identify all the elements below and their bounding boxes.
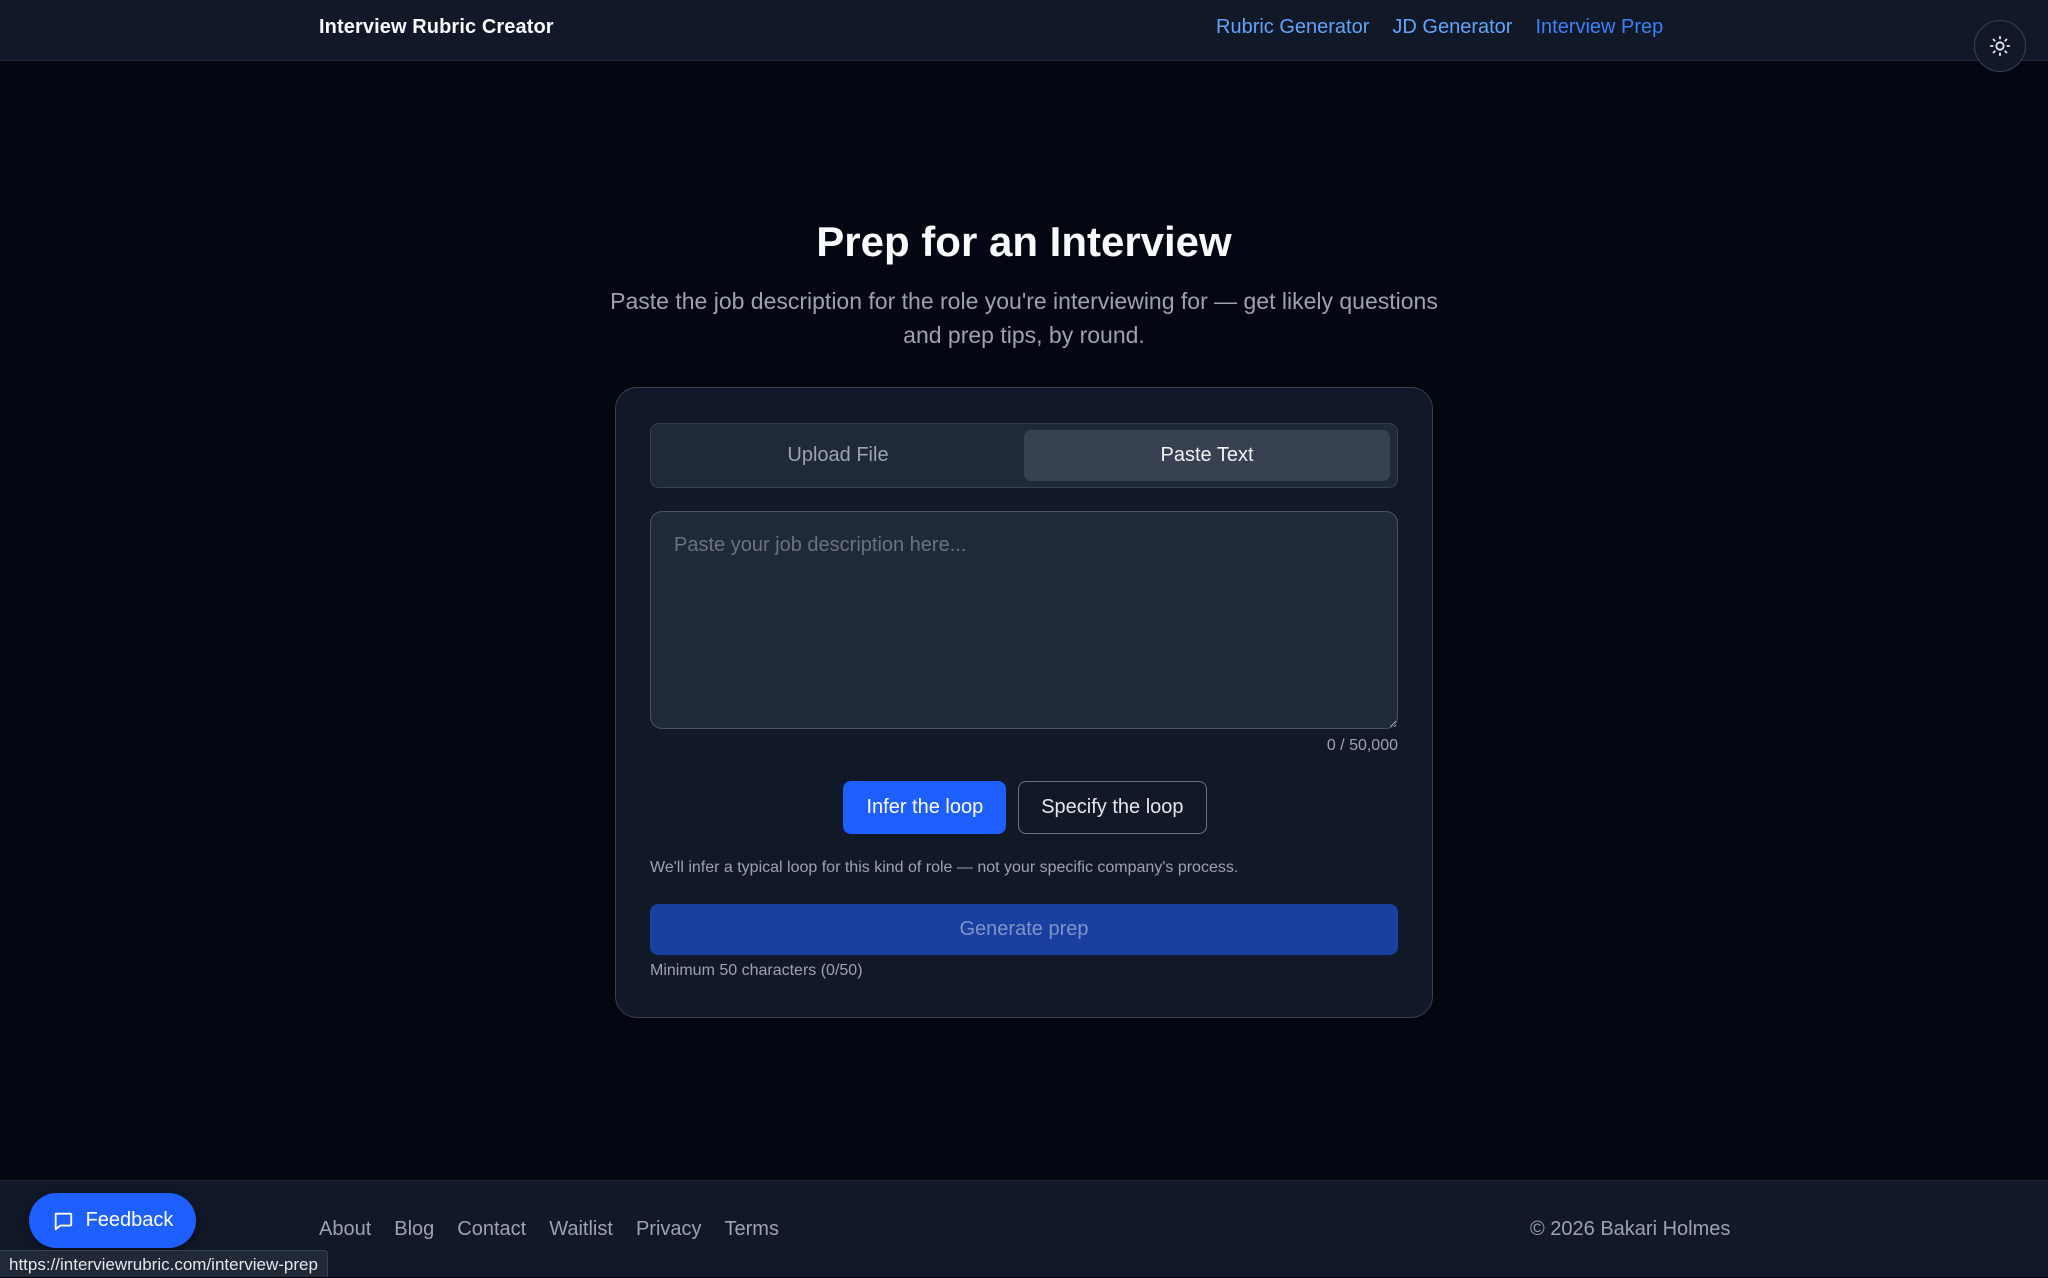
specify-loop-button[interactable]: Specify the loop <box>1018 781 1207 834</box>
footer-link-terms[interactable]: Terms <box>725 1218 779 1241</box>
input-mode-tabs: Upload File Paste Text <box>650 423 1398 488</box>
loop-helper-text: We'll infer a typical loop for this kind… <box>650 859 1239 876</box>
generate-prep-button[interactable]: Generate prep <box>650 904 1398 955</box>
prep-form-card: Upload File Paste Text 0 / 50,000 Infer … <box>615 387 1433 1018</box>
footer-link-waitlist[interactable]: Waitlist <box>549 1218 613 1241</box>
nav-link-interview-prep[interactable]: Interview Prep <box>1535 16 1663 39</box>
loop-mode-toggle: Infer the loop Specify the loop <box>616 781 1434 834</box>
top-nav-bar: Interview Rubric Creator Rubric Generato… <box>0 0 2048 72</box>
nav-link-rubric-generator[interactable]: Rubric Generator <box>1216 16 1369 39</box>
footer-link-contact[interactable]: Contact <box>457 1218 526 1241</box>
feedback-label: Feedback <box>85 1209 174 1231</box>
minimum-characters-note: Minimum 50 characters (0/50) <box>650 962 863 979</box>
link-preview-url: https://interviewrubric.com/interview-pr… <box>0 1250 328 1277</box>
footer-link-privacy[interactable]: Privacy <box>636 1218 702 1241</box>
tab-paste-text[interactable]: Paste Text <box>1024 430 1390 481</box>
job-description-textarea[interactable] <box>650 511 1398 729</box>
message-icon <box>54 1212 72 1230</box>
copyright-text: © 2026 Bakari Holmes <box>1530 1218 1731 1240</box>
main-nav: Rubric Generator JD Generator Interview … <box>1216 16 1663 39</box>
page-subtitle: Paste the job description for the role y… <box>610 288 1438 348</box>
tab-upload-file[interactable]: Upload File <box>657 430 1019 481</box>
feedback-button[interactable]: Feedback <box>29 1193 196 1248</box>
footer-links: About Blog Contact Waitlist Privacy Term… <box>319 1218 779 1241</box>
page-title: Prep for an Interview <box>816 218 1232 265</box>
footer-link-about[interactable]: About <box>319 1218 371 1241</box>
character-count: 0 / 50,000 <box>1326 737 1398 754</box>
brand-title[interactable]: Interview Rubric Creator <box>319 16 554 39</box>
nav-link-jd-generator[interactable]: JD Generator <box>1392 16 1512 39</box>
footer-link-blog[interactable]: Blog <box>394 1218 434 1241</box>
theme-toggle-button[interactable] <box>1974 20 2026 72</box>
infer-loop-button[interactable]: Infer the loop <box>843 781 1007 834</box>
sun-icon <box>1989 35 2011 57</box>
